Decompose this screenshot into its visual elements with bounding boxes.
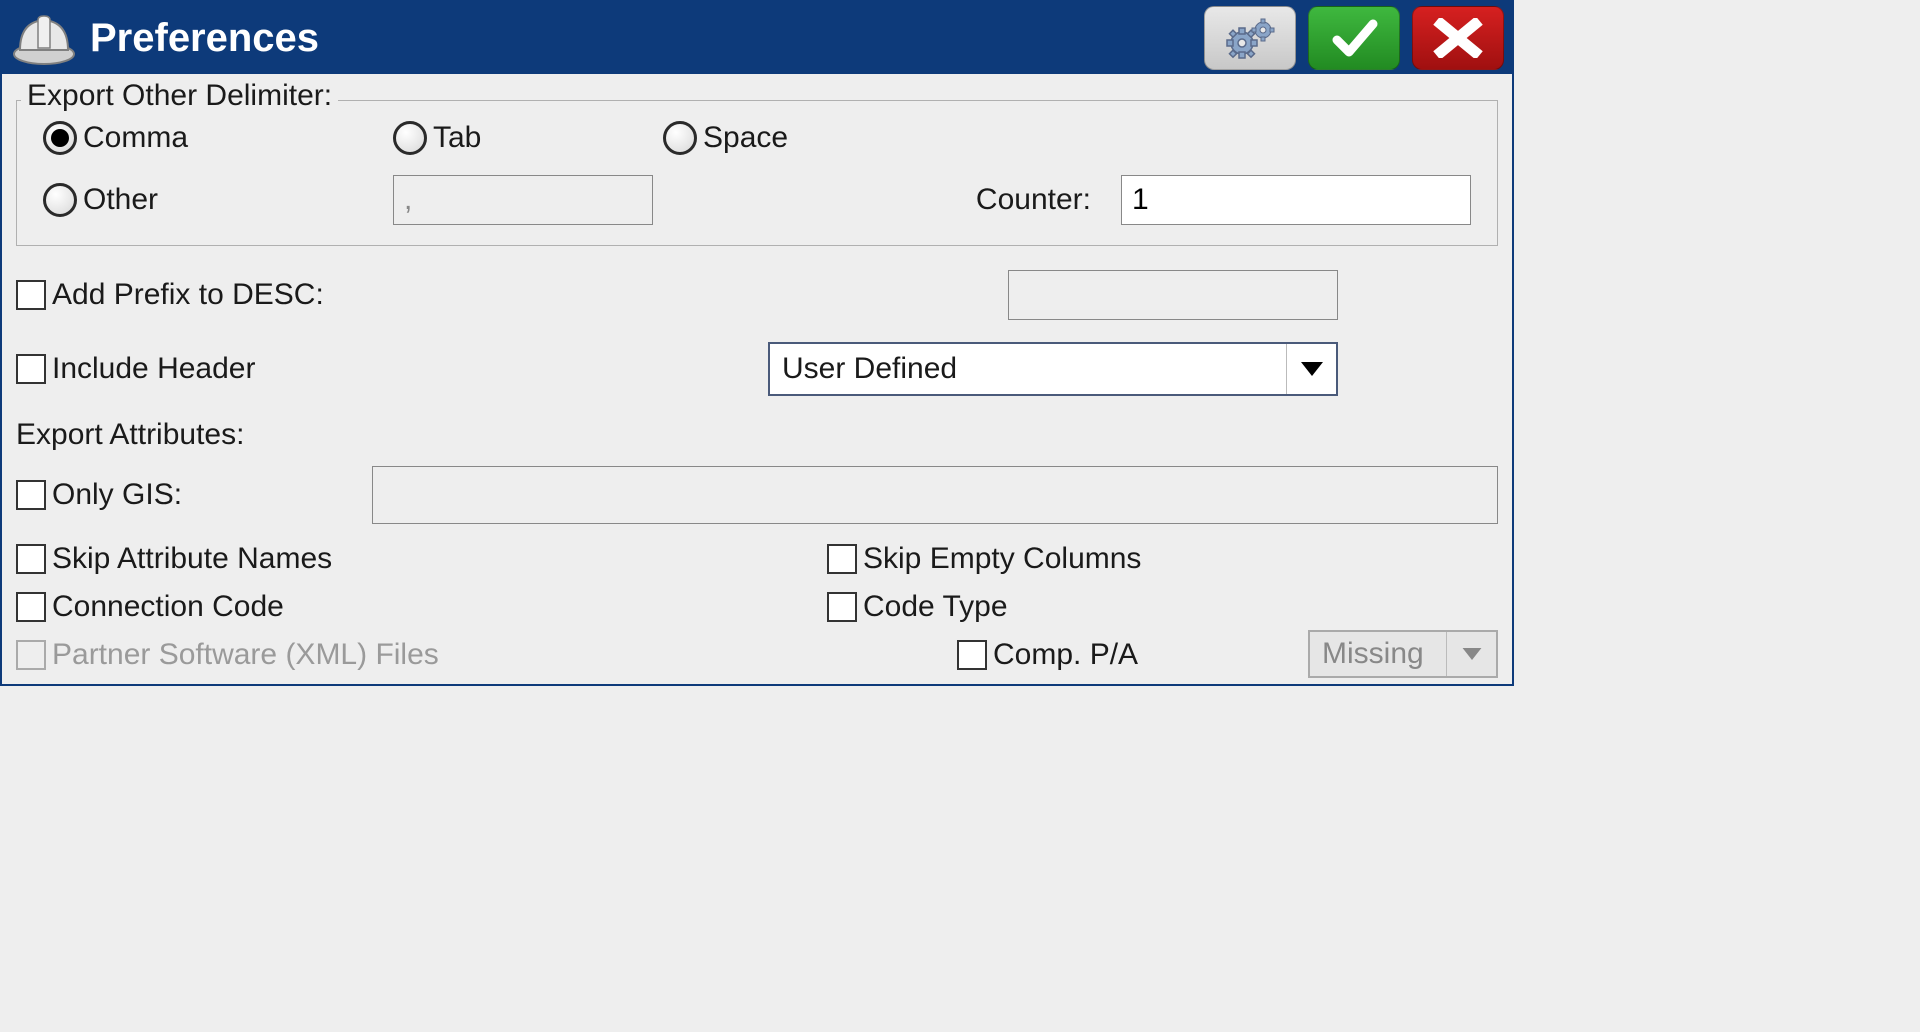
connection-code-checkbox[interactable] [16, 592, 46, 622]
skip-empty-columns-checkbox[interactable] [827, 544, 857, 574]
export-delimiter-fieldset: Export Other Delimiter: Comma Tab Space [16, 100, 1498, 246]
add-prefix-row: Add Prefix to DESC: [16, 270, 1498, 320]
fieldset-legend: Export Other Delimiter: [21, 79, 338, 113]
connection-code-label: Connection Code [52, 590, 284, 624]
radio-space[interactable]: Space [663, 121, 788, 155]
skip-attr-names-label: Skip Attribute Names [52, 542, 332, 576]
radio-tab[interactable]: Tab [393, 121, 663, 155]
check-icon [1327, 16, 1381, 60]
skip-empty-columns-label: Skip Empty Columns [863, 542, 1141, 576]
counter-label: Counter: [976, 183, 1091, 216]
only-gis-row: Only GIS: [16, 466, 1498, 524]
code-type-label: Code Type [863, 590, 1008, 624]
chevron-down-icon [1286, 344, 1336, 394]
partner-software-label: Partner Software (XML) Files [52, 638, 439, 672]
content-area: Export Other Delimiter: Comma Tab Space [2, 74, 1512, 684]
include-header-row: Include Header User Defined [16, 342, 1498, 396]
skip-attr-names-checkbox[interactable] [16, 544, 46, 574]
radio-comma[interactable]: Comma [43, 121, 393, 155]
missing-dropdown[interactable]: Missing [1308, 630, 1498, 678]
radio-other[interactable]: Other [43, 183, 393, 217]
only-gis-label: Only GIS: [52, 478, 372, 512]
preferences-window: Preferences [0, 0, 1514, 686]
add-prefix-label: Add Prefix to DESC: [52, 278, 324, 312]
comp-pa-label: Comp. P/A [993, 638, 1138, 672]
chevron-down-icon [1446, 632, 1496, 676]
only-gis-checkbox[interactable] [16, 480, 46, 510]
counter-input[interactable] [1121, 175, 1471, 225]
ok-button[interactable] [1308, 6, 1400, 70]
lower-options-grid: Skip Attribute Names Skip Empty Columns … [16, 542, 1498, 678]
radio-row-1: Comma Tab Space [43, 121, 1471, 155]
settings-button[interactable] [1204, 6, 1296, 70]
other-delimiter-input[interactable] [393, 175, 653, 225]
include-header-label: Include Header [52, 352, 255, 386]
radio-other-label: Other [83, 183, 158, 217]
gears-icon [1223, 16, 1277, 60]
titlebar: Preferences [2, 2, 1512, 74]
missing-dropdown-container: Missing [1308, 630, 1498, 678]
cancel-button[interactable] [1412, 6, 1504, 70]
radio-space-label: Space [703, 121, 788, 155]
app-hardhat-icon [10, 7, 78, 69]
radio-comma-label: Comma [83, 121, 188, 155]
add-prefix-checkbox[interactable] [16, 280, 46, 310]
header-type-dropdown[interactable]: User Defined [768, 342, 1338, 396]
radio-tab-label: Tab [433, 121, 481, 155]
comp-pa-checkbox[interactable] [957, 640, 987, 670]
export-attributes-label: Export Attributes: [16, 418, 1498, 452]
include-header-checkbox[interactable] [16, 354, 46, 384]
add-prefix-input[interactable] [1008, 270, 1338, 320]
code-type-checkbox[interactable] [827, 592, 857, 622]
only-gis-input[interactable] [372, 466, 1498, 524]
window-title: Preferences [90, 16, 1192, 61]
radio-row-2: Other Counter: [43, 175, 1471, 225]
missing-dropdown-value: Missing [1310, 637, 1446, 671]
close-icon [1433, 18, 1483, 58]
partner-software-checkbox [16, 640, 46, 670]
header-dropdown-value: User Defined [770, 352, 1286, 386]
